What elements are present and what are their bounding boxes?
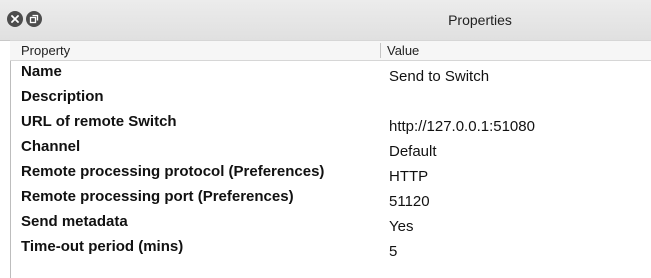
property-name: Remote processing protocol (Preferences) [21,163,325,180]
column-header-property[interactable]: Property [21,41,70,60]
property-value[interactable]: HTTP [389,166,428,188]
table-row[interactable]: Channel Default [0,136,651,161]
property-name: Remote processing port (Preferences) [21,188,294,205]
title-bar: Properties [0,0,651,41]
close-icon[interactable] [7,11,23,27]
table-row[interactable]: Time-out period (mins) 5 [0,236,651,261]
window-title: Properties [448,12,512,28]
property-value[interactable]: 51120 [389,191,430,213]
table-row[interactable]: Name Send to Switch [0,61,651,86]
column-header-value[interactable]: Value [387,41,419,60]
table-row[interactable]: Remote processing protocol (Preferences)… [0,161,651,186]
float-icon[interactable] [26,11,42,27]
property-name: Channel [21,138,81,155]
table-header: Property Value [10,40,651,61]
table-row[interactable]: Description [0,86,651,111]
property-value[interactable]: 5 [389,241,397,263]
table-row[interactable]: URL of remote Switch http://127.0.0.1:51… [0,111,651,136]
property-value[interactable]: http://127.0.0.1:51080 [389,116,535,138]
column-separator[interactable] [380,43,381,58]
property-name: URL of remote Switch [21,113,177,130]
property-name: Name [21,63,62,80]
property-value[interactable]: Send to Switch [389,66,489,88]
table-row[interactable]: Send metadata Yes [0,211,651,236]
property-value[interactable]: Default [389,141,437,163]
properties-window: Properties Property Value Name Send to S… [0,0,651,278]
property-name: Send metadata [21,213,128,230]
property-name: Time-out period (mins) [21,238,184,255]
table-row[interactable]: Remote processing port (Preferences) 511… [0,186,651,211]
properties-table: Name Send to Switch Description URL of r… [0,61,651,261]
property-value[interactable]: Yes [389,216,413,238]
property-name: Description [21,88,104,105]
